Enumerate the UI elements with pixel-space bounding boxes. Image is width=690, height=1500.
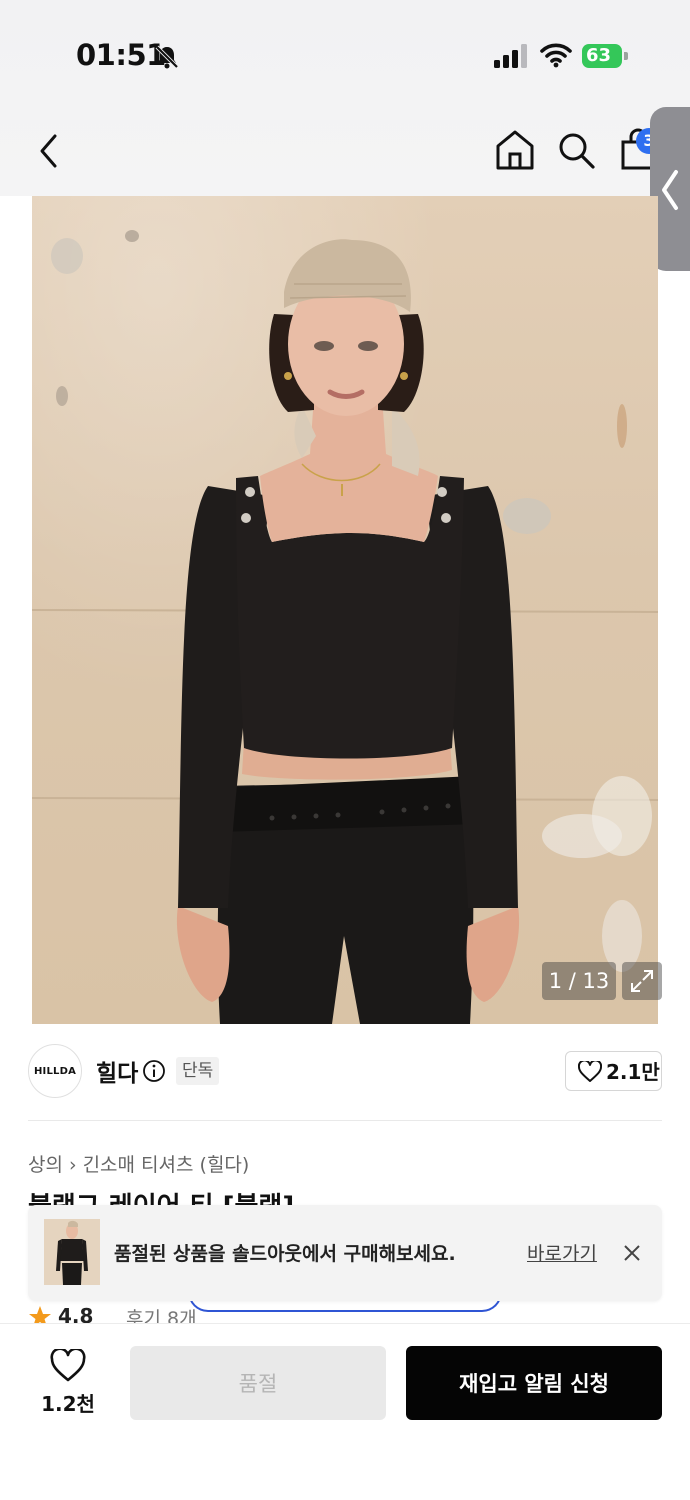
- clock: 01:51: [76, 38, 166, 72]
- exclusive-badge: 단독: [176, 1057, 220, 1085]
- rating-value: 4.8: [58, 1305, 94, 1325]
- chevron-right-icon: ›: [68, 1154, 77, 1176]
- status-bar: 01:51 63: [0, 0, 690, 110]
- bell-slash-icon: [155, 45, 179, 69]
- rating-row[interactable]: 4.8 후기 8개: [28, 1305, 328, 1325]
- soldout-toast: 품절된 상품을 솔드아웃에서 구매해보세요. 바로가기: [28, 1205, 662, 1301]
- battery-level: 63: [586, 45, 612, 66]
- toast-thumbnail: [44, 1219, 100, 1285]
- expand-icon: [631, 970, 653, 992]
- product-main-image[interactable]: [32, 196, 658, 1024]
- battery-charging-icon: 63: [582, 44, 628, 68]
- review-count: 후기 8개: [126, 1308, 197, 1325]
- brand-name[interactable]: 힐다: [96, 1054, 138, 1088]
- breadcrumb-subcategory[interactable]: 긴소매 티셔츠 (힐다): [83, 1154, 250, 1176]
- restock-alert-button[interactable]: 재입고 알림 신청: [406, 1346, 662, 1420]
- brand-like-count: 2.1만: [606, 1060, 660, 1084]
- toast-shortcut-link[interactable]: 바로가기: [527, 1239, 597, 1266]
- heart-icon: [578, 1061, 602, 1082]
- search-icon[interactable]: [556, 130, 596, 170]
- wifi-icon: [540, 43, 572, 68]
- brand-like-button[interactable]: 2.1만: [565, 1051, 662, 1091]
- signal-icon: [494, 44, 527, 68]
- divider: [28, 1120, 662, 1121]
- close-icon[interactable]: [622, 1243, 642, 1263]
- soldout-button[interactable]: 품절: [130, 1346, 386, 1420]
- breadcrumb-category[interactable]: 상의: [28, 1154, 63, 1176]
- expand-image-button[interactable]: [622, 962, 662, 1000]
- chevron-left-icon[interactable]: [34, 132, 64, 170]
- home-icon[interactable]: [494, 128, 536, 172]
- breadcrumb: 상의 › 긴소매 티셔츠 (힐다): [28, 1150, 249, 1177]
- star-icon: [29, 1306, 51, 1325]
- heart-icon[interactable]: [50, 1349, 86, 1383]
- toast-message: 품절된 상품을 솔드아웃에서 구매해보세요.: [114, 1243, 456, 1265]
- model-photo: [32, 230, 658, 1024]
- image-counter: 1 / 13: [542, 962, 616, 1000]
- side-panel-chevron-icon: [662, 170, 678, 210]
- wish-count: 1.2천: [41, 1392, 95, 1416]
- product-detail-page: 01:51 63 3 1 / 13 HILLDA 힐다 단독 2.1만 상의 ›…: [0, 0, 690, 1500]
- info-icon[interactable]: [142, 1059, 166, 1083]
- brand-logo[interactable]: HILLDA: [28, 1044, 82, 1098]
